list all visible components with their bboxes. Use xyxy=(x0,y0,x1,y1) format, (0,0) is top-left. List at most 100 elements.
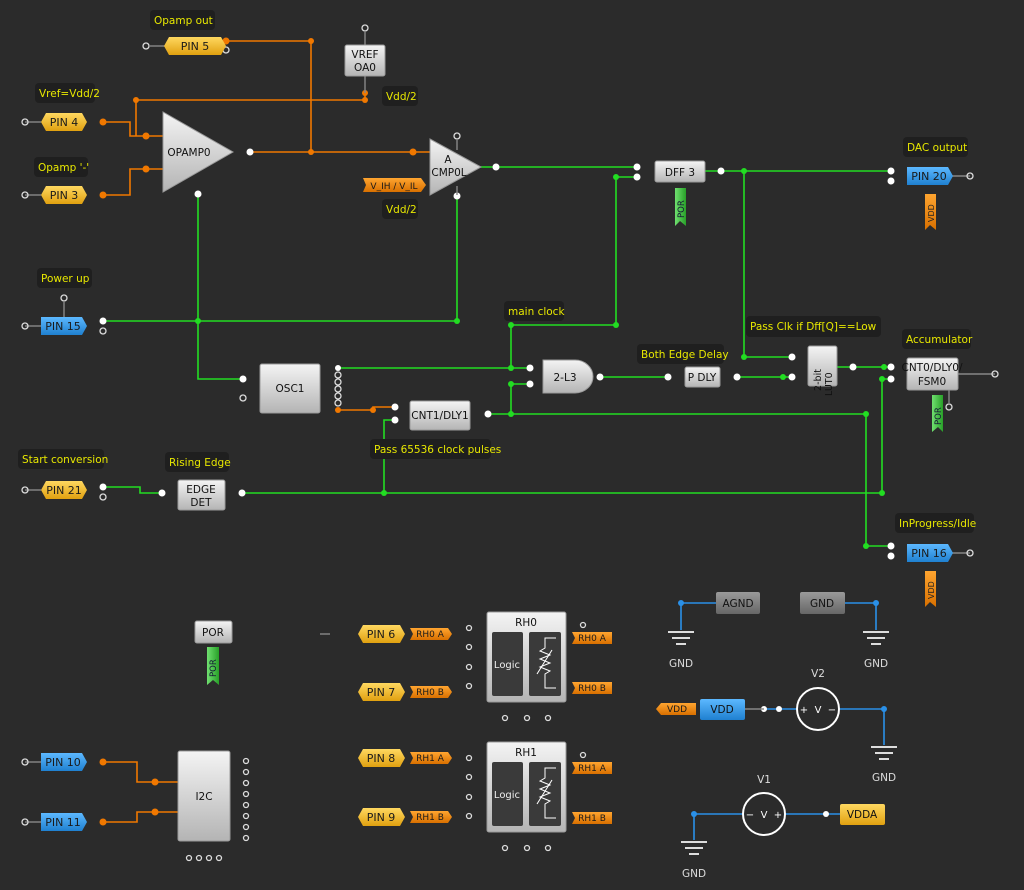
svg-text:PIN 9: PIN 9 xyxy=(367,811,396,824)
pin-10[interactable]: PIN 10 xyxy=(41,753,87,771)
label-opamp-minus: Opamp '-' xyxy=(34,157,89,177)
pin-3[interactable]: PIN 3 xyxy=(41,186,87,204)
svg-text:V1: V1 xyxy=(757,774,771,786)
svg-text:VDD: VDD xyxy=(667,705,687,715)
svg-text:LUT0: LUT0 xyxy=(824,372,835,396)
svg-text:RH1: RH1 xyxy=(515,747,537,759)
svg-text:RH1 B: RH1 B xyxy=(416,813,444,823)
svg-text:V: V xyxy=(761,810,768,821)
vdda-block[interactable]: VDDA xyxy=(840,804,885,825)
svg-text:Vdd/2: Vdd/2 xyxy=(386,91,417,103)
agnd-block[interactable]: AGND xyxy=(716,592,760,614)
opamp0-block[interactable]: OPAMP0 xyxy=(162,111,235,193)
svg-text:FSM0: FSM0 xyxy=(918,376,946,388)
vdd-tag-pin20: VDD xyxy=(925,194,936,230)
rh0a-tag-pin6: RH0 A xyxy=(410,628,452,640)
svg-text:VDD: VDD xyxy=(927,581,936,599)
svg-text:VDD: VDD xyxy=(710,704,733,716)
pin-9[interactable]: PIN 9 xyxy=(358,808,405,826)
svg-text:AGND: AGND xyxy=(722,598,753,610)
svg-text:GND: GND xyxy=(864,658,888,670)
svg-text:CMP0L: CMP0L xyxy=(431,167,466,179)
and-gate-2l3[interactable]: 2-L3 xyxy=(542,359,594,394)
svg-text:Power up: Power up xyxy=(41,273,90,285)
vref-oa0-block[interactable]: VREFOA0 xyxy=(344,44,386,77)
svg-text:DAC output: DAC output xyxy=(907,142,967,154)
svg-text:GND: GND xyxy=(810,598,834,610)
lut0-block[interactable]: 2-bit LUT0 xyxy=(807,345,838,396)
svg-text:GND: GND xyxy=(669,658,693,670)
pin-7[interactable]: PIN 7 xyxy=(358,683,405,701)
label-vdd2-b: Vdd/2 xyxy=(382,199,418,219)
svg-text:POR: POR xyxy=(202,627,224,639)
svg-text:PIN 4: PIN 4 xyxy=(50,116,79,129)
svg-text:Accumulator: Accumulator xyxy=(906,334,973,346)
por-tag-cnt0: POR xyxy=(932,395,944,432)
svg-text:VDDA: VDDA xyxy=(847,809,878,821)
label-opamp-out: Opamp out xyxy=(150,10,215,30)
svg-text:Start conversion: Start conversion xyxy=(22,454,108,466)
dff3-block[interactable]: DFF 3 xyxy=(654,160,706,183)
svg-text:RH0 A: RH0 A xyxy=(416,630,445,640)
pin-20[interactable]: PIN 20 xyxy=(907,167,953,185)
rh0b-tag-pin7: RH0 B xyxy=(410,686,452,698)
label-rising-edge: Rising Edge xyxy=(165,452,231,472)
label-vref: Vref=Vdd/2 xyxy=(35,83,100,103)
svg-text:VDD: VDD xyxy=(927,204,936,222)
pin-21[interactable]: PIN 21 xyxy=(41,481,87,499)
osc1-block[interactable]: OSC1 xyxy=(259,363,321,414)
voltage-source-v2[interactable]: V + − V2 xyxy=(796,668,840,731)
vih-vil-tag: V_IH / V_IL xyxy=(363,178,426,192)
label-dac-output: DAC output xyxy=(903,137,968,157)
pin-16[interactable]: PIN 16 xyxy=(907,544,953,562)
svg-text:RH1 B: RH1 B xyxy=(578,814,606,824)
svg-text:+: + xyxy=(800,705,808,716)
svg-text:DET: DET xyxy=(190,497,212,509)
pin-4[interactable]: PIN 4 xyxy=(41,113,87,131)
voltage-source-v1[interactable]: V − + V1 xyxy=(742,774,786,836)
svg-text:RH1 A: RH1 A xyxy=(416,754,445,764)
pin-8[interactable]: PIN 8 xyxy=(358,749,405,767)
svg-text:Rising Edge: Rising Edge xyxy=(169,457,231,469)
svg-text:CNT1/DLY1: CNT1/DLY1 xyxy=(411,410,468,422)
edge-det-block[interactable]: EDGEDET xyxy=(177,479,226,511)
svg-text:POR: POR xyxy=(934,407,944,425)
pin-11[interactable]: PIN 11 xyxy=(41,813,87,831)
svg-text:Pass Clk if Dff[Q]==Low: Pass Clk if Dff[Q]==Low xyxy=(750,321,877,333)
svg-text:Vref=Vdd/2: Vref=Vdd/2 xyxy=(39,88,100,100)
ground-symbol-gnd: GND xyxy=(863,631,889,670)
svg-text:−: − xyxy=(828,705,836,716)
svg-text:GND: GND xyxy=(682,868,706,880)
svg-text:+: + xyxy=(774,810,782,821)
rh0-block[interactable]: RH0 Logic xyxy=(486,611,567,703)
svg-text:2-bit: 2-bit xyxy=(813,369,824,391)
pin-15[interactable]: PIN 15 xyxy=(41,317,87,335)
label-main-clock: main clock xyxy=(504,301,565,321)
label-pass-clk: Pass Clk if Dff[Q]==Low xyxy=(746,316,881,337)
pdly-block[interactable]: P DLY xyxy=(684,366,721,388)
label-start-conversion: Start conversion xyxy=(18,449,108,469)
svg-text:PIN 7: PIN 7 xyxy=(367,686,396,699)
vdd-tag: VDD xyxy=(656,703,696,715)
vdd-block[interactable]: VDD xyxy=(700,699,745,720)
por-block[interactable]: POR xyxy=(194,620,233,644)
svg-text:POR: POR xyxy=(677,200,687,218)
svg-text:I2C: I2C xyxy=(195,791,212,803)
blocks: VREFOA0 OPAMP0 ACMP0L V_IH / V_IL DFF 3 … xyxy=(162,31,963,880)
pin-6[interactable]: PIN 6 xyxy=(358,625,405,643)
pin-5[interactable]: PIN 5 xyxy=(164,37,226,55)
svg-text:PIN 11: PIN 11 xyxy=(45,816,81,829)
cmp0l-block[interactable]: ACMP0L xyxy=(429,138,483,196)
svg-text:PIN 6: PIN 6 xyxy=(367,628,396,641)
svg-text:VREF: VREF xyxy=(351,49,378,61)
gnd-block[interactable]: GND xyxy=(800,592,845,614)
label-accumulator: Accumulator xyxy=(902,329,973,349)
cnt0-dly0-fsm0-block[interactable]: CNT0/DLY0/FSM0 xyxy=(902,357,963,391)
svg-text:RH0 A: RH0 A xyxy=(578,634,607,644)
rh1-block[interactable]: RH1 Logic xyxy=(486,741,567,833)
ground-symbol-v1: GND xyxy=(681,841,707,880)
schematic-canvas[interactable]: Opamp out Vref=Vdd/2 Opamp '-' Power up … xyxy=(0,0,1024,890)
i2c-block[interactable]: I2C xyxy=(177,750,231,842)
cnt1-dly1-block[interactable]: CNT1/DLY1 xyxy=(409,400,471,431)
por-tag-dff: POR xyxy=(675,188,687,226)
